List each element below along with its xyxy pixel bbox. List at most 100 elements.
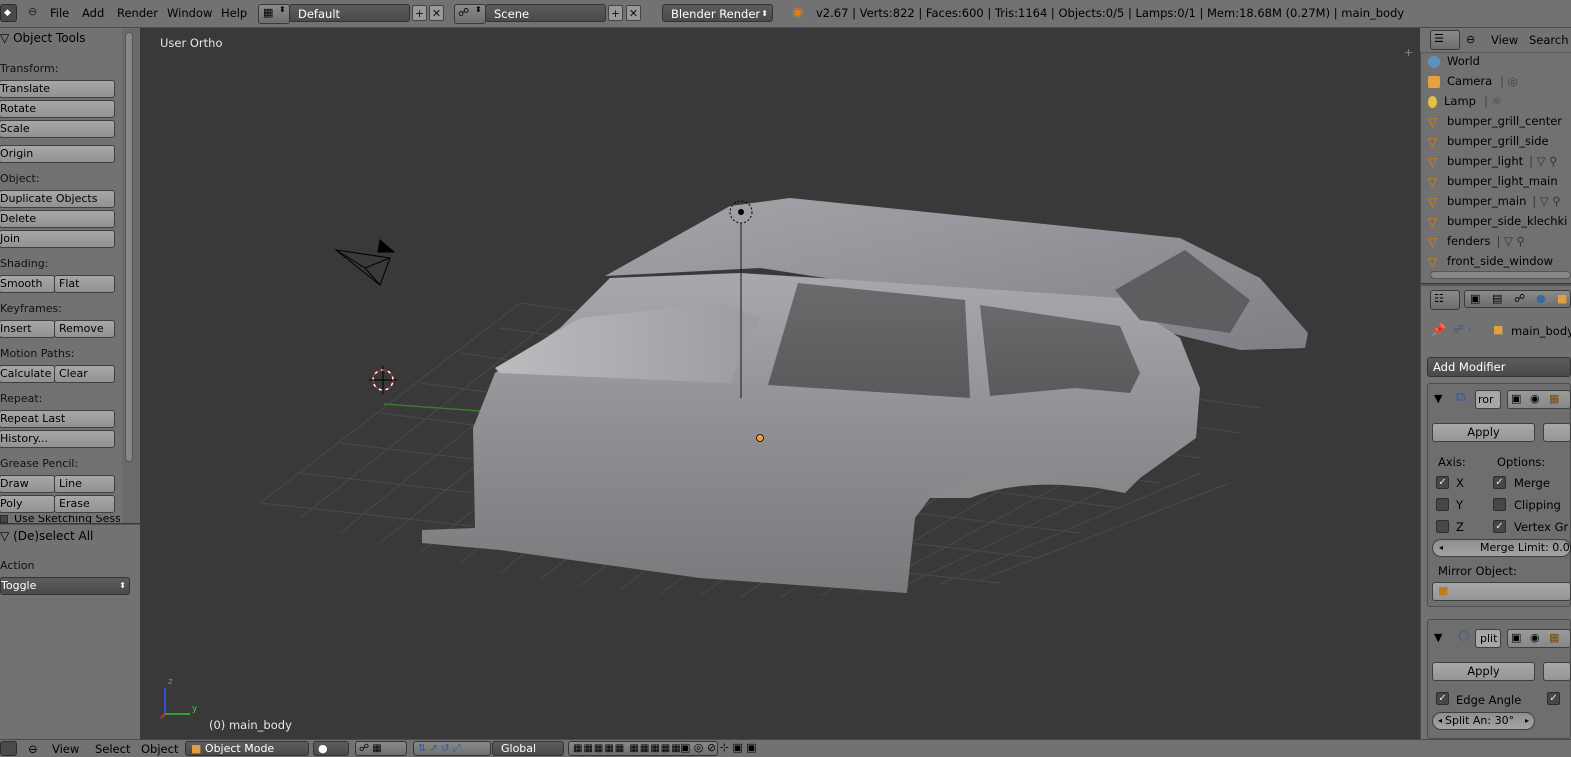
- vertex-groups-checkbox[interactable]: ✓: [1493, 520, 1506, 533]
- increment-arrow-icon[interactable]: ▸: [1525, 713, 1529, 729]
- delete-scene-button[interactable]: ✕: [626, 5, 641, 21]
- outliner-item-world[interactable]: World: [1428, 54, 1571, 74]
- smooth-button[interactable]: Smooth: [0, 275, 55, 293]
- apply-modifier-button[interactable]: Apply: [1432, 662, 1535, 681]
- collapse-menu-icon[interactable]: ⊖: [28, 5, 37, 18]
- menu-window[interactable]: Window: [167, 6, 212, 20]
- origin-button[interactable]: Origin: [0, 145, 115, 163]
- render-toggle-icon[interactable]: ▣: [1511, 392, 1521, 405]
- apply-modifier-button[interactable]: Apply: [1432, 423, 1535, 442]
- outliner-item-mesh[interactable]: ▽ bumper_main | ▽ ⚲: [1428, 194, 1571, 214]
- clear-paths-button[interactable]: Clear: [54, 365, 115, 383]
- screen-layout-icon-dropdown[interactable]: ▦ ⬍: [258, 4, 290, 24]
- decrement-arrow-icon[interactable]: ◂: [1438, 713, 1442, 729]
- outliner-view-menu[interactable]: View: [1491, 33, 1518, 47]
- render-engine-dropdown[interactable]: Blender Render ⬍: [662, 4, 773, 22]
- line-button[interactable]: Line: [54, 475, 115, 493]
- 3d-cursor[interactable]: [369, 366, 397, 394]
- delete-button[interactable]: Delete: [0, 210, 115, 228]
- sharp-edges-checkbox[interactable]: ✓: [1547, 692, 1560, 705]
- split-angle-field[interactable]: ◂ Split An: 30° ▸: [1432, 712, 1535, 730]
- editmode-toggle-icon[interactable]: ▦: [1549, 392, 1559, 405]
- render-toggle-icon[interactable]: ▣: [1511, 631, 1521, 644]
- repeat-last-button[interactable]: Repeat Last: [0, 410, 115, 428]
- clipping-checkbox[interactable]: [1493, 498, 1506, 511]
- flat-button[interactable]: Flat: [54, 275, 115, 293]
- modifier-name-field[interactable]: ror: [1475, 390, 1501, 409]
- copy-modifier-button[interactable]: [1543, 423, 1571, 442]
- expand-triangle-icon[interactable]: ▼: [1434, 392, 1442, 405]
- menu-render[interactable]: Render: [117, 6, 158, 20]
- viewport-corner-plus-icon[interactable]: +: [1404, 46, 1413, 59]
- transform-orientation-dropdown[interactable]: Global: [492, 741, 564, 756]
- camera-object[interactable]: [334, 239, 396, 286]
- outliner-item-camera[interactable]: Camera | ◎: [1428, 74, 1571, 94]
- outliner-item-lamp[interactable]: Lamp | ☼: [1428, 94, 1571, 114]
- translate-button[interactable]: Translate: [0, 80, 115, 98]
- duplicate-objects-button[interactable]: Duplicate Objects: [0, 190, 115, 208]
- outliner-scrollbar[interactable]: [1430, 271, 1571, 279]
- modifier-visibility-toggles[interactable]: ▣ ◉ ▦: [1507, 629, 1571, 648]
- snap-and-render-icons[interactable]: ▣ ◎ ⊘ ⊹ ▣ ▣: [680, 741, 830, 756]
- merge-limit-field[interactable]: ◂ Merge Limit: 0.00: [1432, 539, 1571, 557]
- join-button[interactable]: Join: [0, 230, 115, 248]
- axis-y-checkbox[interactable]: [1436, 498, 1449, 511]
- decrement-arrow-icon[interactable]: ◂: [1439, 540, 1443, 556]
- modifier-visibility-toggles[interactable]: ▣ ◉ ▦: [1507, 390, 1571, 409]
- object-tab-icon[interactable]: ■: [1557, 292, 1567, 305]
- copy-modifier-button[interactable]: [1543, 662, 1571, 681]
- collapse-menu-icon[interactable]: ⊖: [28, 742, 38, 756]
- 3d-viewport[interactable]: z y +: [140, 28, 1418, 738]
- edge-angle-checkbox[interactable]: ✓: [1436, 692, 1449, 705]
- add-scene-button[interactable]: +: [608, 5, 623, 21]
- menu-select[interactable]: Select: [95, 742, 130, 756]
- interaction-mode-dropdown[interactable]: ■ Object Mode: [185, 741, 309, 756]
- layers-tab-icon[interactable]: ▤: [1492, 292, 1502, 305]
- screen-layout-field[interactable]: Default: [289, 4, 410, 22]
- collapse-menu-icon[interactable]: ⊖: [1466, 33, 1475, 46]
- outliner-editor-type-button[interactable]: ☰: [1430, 30, 1460, 50]
- editmode-toggle-icon[interactable]: ▦: [1549, 631, 1559, 644]
- editor-type-button[interactable]: [0, 741, 17, 756]
- outliner-item-mesh[interactable]: ▽ bumper_light_main: [1428, 174, 1571, 194]
- render-tab-icon[interactable]: ▣: [1470, 292, 1480, 305]
- draw-button[interactable]: Draw: [0, 475, 55, 493]
- action-dropdown[interactable]: Toggle ⬍: [0, 577, 130, 595]
- axis-x-checkbox[interactable]: ✓: [1436, 476, 1449, 489]
- outliner-item-mesh[interactable]: ▽ fenders | ▽ ⚲: [1428, 234, 1571, 254]
- scene-field[interactable]: Scene: [485, 4, 606, 22]
- menu-object[interactable]: Object: [141, 742, 178, 756]
- outliner-item-mesh[interactable]: ▽ bumper_side_klechki: [1428, 214, 1571, 234]
- erase-button[interactable]: Erase: [54, 495, 115, 513]
- rotate-button[interactable]: Rotate: [0, 100, 115, 118]
- expand-triangle-icon[interactable]: ▼: [1434, 631, 1442, 644]
- manipulator-toggles[interactable]: ⇅ ↗ ↺ ⤢: [413, 741, 491, 756]
- add-screen-button[interactable]: +: [412, 5, 427, 21]
- pivot-point-dropdown[interactable]: ☍ ▦: [355, 741, 407, 756]
- history-button[interactable]: History...: [0, 430, 115, 448]
- modifier-name-field[interactable]: plit: [1475, 629, 1501, 648]
- tool-shelf-scrollbar[interactable]: [125, 32, 133, 462]
- menu-view[interactable]: View: [52, 742, 79, 756]
- scene-icon-dropdown[interactable]: ☍ ⬍: [454, 4, 486, 24]
- outliner-item-mesh[interactable]: ▽ bumper_grill_side: [1428, 134, 1571, 154]
- sketching-checkbox[interactable]: [0, 515, 8, 523]
- properties-editor-type-button[interactable]: ☷: [1430, 290, 1460, 310]
- viewport-eye-icon[interactable]: ◉: [1530, 392, 1540, 405]
- outliner-item-mesh[interactable]: ▽ bumper_light | ▽ ⚲: [1428, 154, 1571, 174]
- axis-z-checkbox[interactable]: [1436, 520, 1449, 533]
- merge-checkbox[interactable]: ✓: [1493, 476, 1506, 489]
- remove-keyframe-button[interactable]: Remove: [54, 320, 115, 338]
- calculate-paths-button[interactable]: Calculate: [0, 365, 55, 383]
- poly-button[interactable]: Poly: [0, 495, 55, 513]
- add-modifier-dropdown[interactable]: Add Modifier: [1427, 357, 1571, 377]
- mirror-object-field[interactable]: ■: [1432, 582, 1571, 601]
- scale-button[interactable]: Scale: [0, 120, 115, 138]
- outliner-item-mesh[interactable]: ▽ bumper_grill_center: [1428, 114, 1571, 134]
- editor-type-button[interactable]: ◆: [0, 4, 17, 22]
- menu-help[interactable]: Help: [221, 6, 247, 20]
- viewport-eye-icon[interactable]: ◉: [1530, 631, 1540, 644]
- properties-context-tabs[interactable]: ▣ ▤ ☍ ● ■: [1464, 290, 1571, 308]
- insert-keyframe-button[interactable]: Insert: [0, 320, 55, 338]
- viewport-shading-dropdown[interactable]: ●: [313, 741, 349, 756]
